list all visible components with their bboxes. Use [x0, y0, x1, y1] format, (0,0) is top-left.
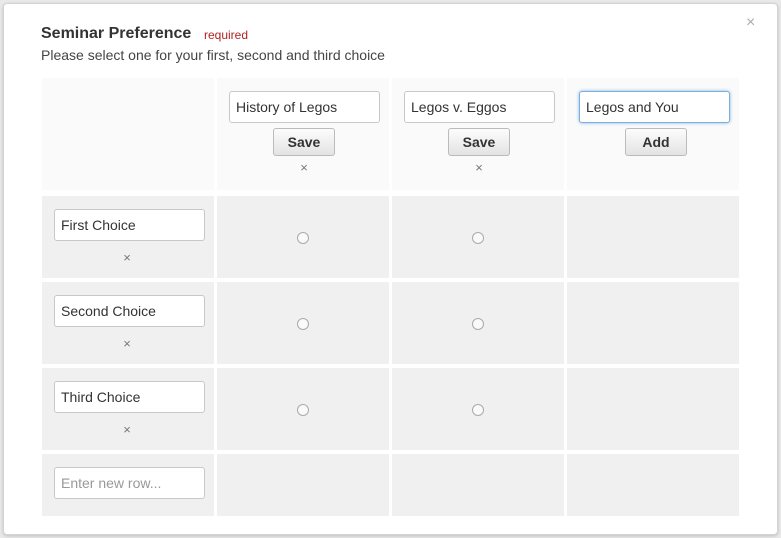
row-1-column-2-cell — [392, 196, 564, 278]
seminar-preference-dialog: Seminar Preference required Please selec… — [3, 3, 778, 535]
new-row-new-column-cell — [567, 454, 739, 516]
row-1-label-cell: First Choice × — [42, 196, 214, 278]
row-3-column-1-radio[interactable] — [297, 404, 309, 416]
row-3-column-2-radio[interactable] — [472, 404, 484, 416]
column-header-1: History of Legos Save × — [217, 78, 389, 190]
row-2-remove-icon[interactable]: × — [119, 336, 135, 351]
row-1-name-field[interactable]: First Choice — [54, 209, 205, 241]
row-2-column-1-cell — [217, 282, 389, 364]
header-corner-cell — [42, 78, 214, 190]
row-3-label-cell: Third Choice × — [42, 368, 214, 450]
row-3-new-column-cell — [567, 368, 739, 450]
new-row-column-1-cell — [217, 454, 389, 516]
column-1-save-button[interactable]: Save — [273, 128, 335, 156]
row-2-label-cell: Second Choice × — [42, 282, 214, 364]
row-1-column-1-radio[interactable] — [297, 232, 309, 244]
row-3-name-field[interactable]: Third Choice — [54, 381, 205, 413]
new-row-label-cell: Enter new row... — [42, 454, 214, 516]
column-2-save-button[interactable]: Save — [448, 128, 510, 156]
column-1-name-field[interactable]: History of Legos — [229, 91, 380, 123]
row-3-column-1-cell — [217, 368, 389, 450]
row-1-new-column-cell — [567, 196, 739, 278]
column-header-2: Legos v. Eggos Save × — [392, 78, 564, 190]
row-1-remove-icon[interactable]: × — [119, 250, 135, 265]
new-column-name-field[interactable]: Legos and You — [579, 91, 730, 123]
required-label: required — [204, 28, 249, 42]
row-3-column-2-cell — [392, 368, 564, 450]
new-row-column-2-cell — [392, 454, 564, 516]
column-2-remove-icon[interactable]: × — [471, 160, 487, 175]
close-icon[interactable]: × — [746, 14, 755, 32]
row-2-name-field[interactable]: Second Choice — [54, 295, 205, 327]
dialog-title: Seminar Preference — [41, 25, 192, 42]
new-row-input[interactable]: Enter new row... — [54, 467, 205, 499]
row-1-column-1-cell — [217, 196, 389, 278]
add-column-button[interactable]: Add — [625, 128, 687, 156]
row-2-column-1-radio[interactable] — [297, 318, 309, 330]
row-1-column-2-radio[interactable] — [472, 232, 484, 244]
row-2-column-2-cell — [392, 282, 564, 364]
row-2-new-column-cell — [567, 282, 739, 364]
row-2-column-2-radio[interactable] — [472, 318, 484, 330]
column-1-remove-icon[interactable]: × — [296, 160, 312, 175]
column-header-new: Legos and You Add — [567, 78, 739, 190]
column-2-name-field[interactable]: Legos v. Eggos — [404, 91, 555, 123]
row-3-remove-icon[interactable]: × — [119, 422, 135, 437]
instructions-text: Please select one for your first, second… — [41, 47, 385, 63]
